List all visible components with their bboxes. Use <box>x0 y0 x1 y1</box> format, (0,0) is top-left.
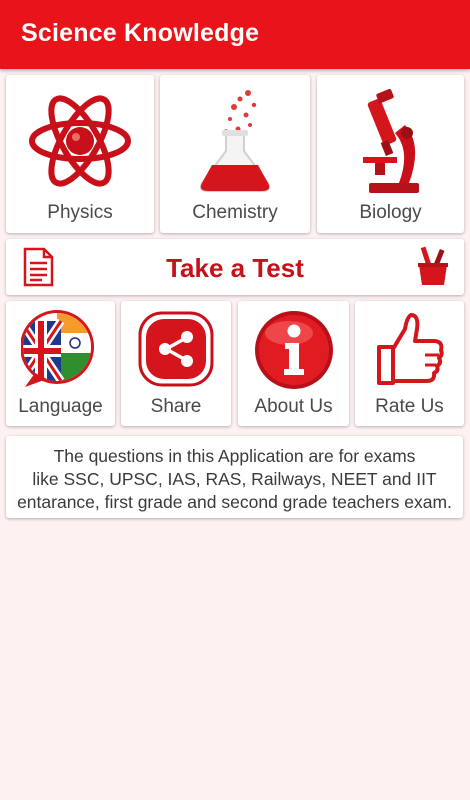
about-us-label: About Us <box>254 396 333 417</box>
info-line-2: like SSC, UPSC, IAS, RAS, Railways, NEET… <box>32 469 437 489</box>
language-card[interactable]: Language <box>6 301 115 426</box>
flask-icon <box>160 85 310 197</box>
biology-card[interactable]: Biology <box>317 75 464 233</box>
thumbs-up-icon <box>355 309 464 389</box>
info-icon <box>238 309 349 391</box>
rate-us-card[interactable]: Rate Us <box>355 301 464 426</box>
take-test-card[interactable]: Take a Test <box>6 239 464 295</box>
info-line-1: The questions in this Application are fo… <box>53 446 416 466</box>
atom-icon <box>6 85 154 197</box>
share-card[interactable]: Share <box>121 301 231 426</box>
take-test-label: Take a Test <box>166 253 304 283</box>
app-title: Science Knowledge <box>21 19 260 47</box>
about-us-card[interactable]: About Us <box>238 301 349 426</box>
chemistry-card[interactable]: Chemistry <box>160 75 310 233</box>
flags-language-icon <box>6 309 115 389</box>
physics-card[interactable]: Physics <box>6 75 154 233</box>
pencil-cup-icon <box>416 245 450 292</box>
language-label: Language <box>18 396 103 417</box>
biology-label: Biology <box>359 202 422 223</box>
share-label: Share <box>150 396 202 417</box>
rate-us-label: Rate Us <box>375 396 444 417</box>
chemistry-label: Chemistry <box>192 202 278 223</box>
info-card: The questions in this Application are fo… <box>6 436 463 518</box>
physics-label: Physics <box>47 202 113 223</box>
share-icon <box>121 309 231 389</box>
microscope-icon <box>317 85 464 197</box>
info-line-3: entarance, first grade and second grade … <box>17 492 452 512</box>
app-bar: Science Knowledge <box>0 0 470 69</box>
